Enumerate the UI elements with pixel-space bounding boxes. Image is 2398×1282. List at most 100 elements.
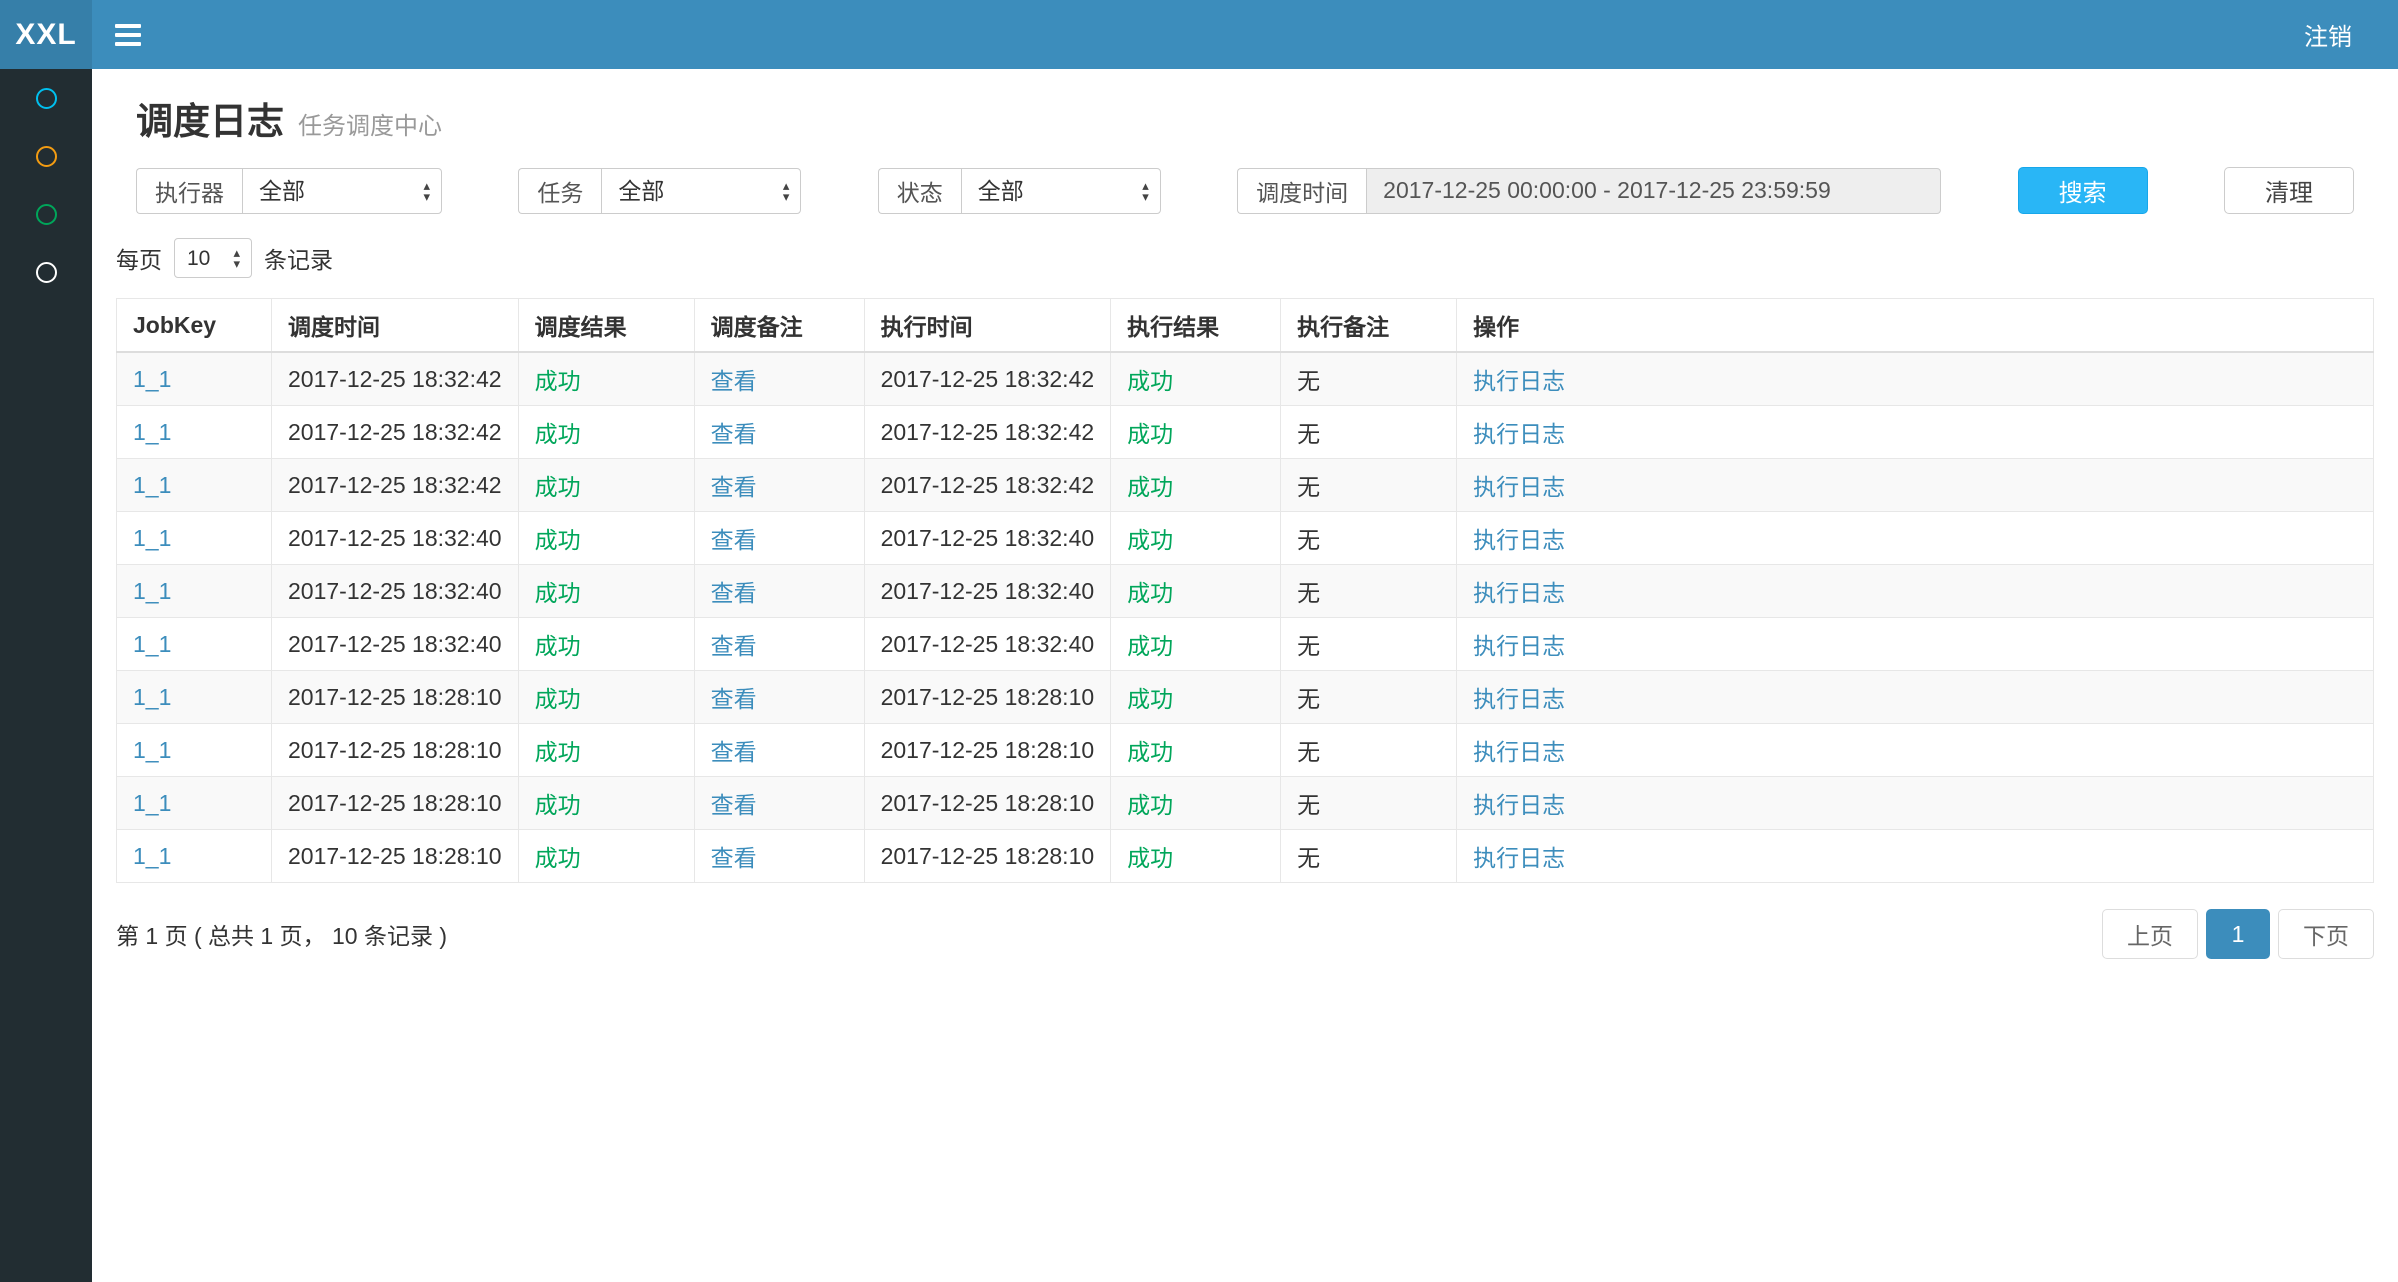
- exec-result-text: 成功: [1127, 739, 1173, 765]
- exec-log-link[interactable]: 执行日志: [1473, 368, 1565, 394]
- jobkey-cell: 1_1: [117, 777, 272, 830]
- search-button[interactable]: 搜索: [2018, 167, 2148, 214]
- table-row: 1_1 2017-12-25 18:28:10 成功 查看 2017-12-25…: [117, 671, 2374, 724]
- exec-time-cell: 2017-12-25 18:32:40: [864, 512, 1111, 565]
- exec-result-cell: 成功: [1111, 724, 1281, 777]
- sched-remark-link[interactable]: 查看: [711, 739, 757, 765]
- sched-result-text: 成功: [535, 633, 581, 659]
- exec-time-cell: 2017-12-25 18:32:42: [864, 459, 1111, 512]
- sched-remark-link[interactable]: 查看: [711, 845, 757, 871]
- page-size-select[interactable]: 10: [174, 238, 252, 278]
- table-row: 1_1 2017-12-25 18:32:40 成功 查看 2017-12-25…: [117, 618, 2374, 671]
- sched-remark-cell: 查看: [694, 671, 864, 724]
- prev-page-button[interactable]: 上页: [2102, 909, 2198, 959]
- sched-result-cell: 成功: [518, 777, 694, 830]
- sched-remark-cell: 查看: [694, 618, 864, 671]
- exec-result-text: 成功: [1127, 686, 1173, 712]
- sched-remark-cell: 查看: [694, 459, 864, 512]
- sched-remark-link[interactable]: 查看: [711, 580, 757, 606]
- sidebar-item-green[interactable]: [0, 185, 92, 243]
- page-1-button[interactable]: 1: [2206, 909, 2270, 959]
- exec-log-link[interactable]: 执行日志: [1473, 686, 1565, 712]
- sched-result-text: 成功: [535, 686, 581, 712]
- exec-remark-cell: 无: [1281, 459, 1457, 512]
- table-row: 1_1 2017-12-25 18:32:42 成功 查看 2017-12-25…: [117, 352, 2374, 406]
- sched-remark-link[interactable]: 查看: [711, 633, 757, 659]
- exec-time-cell: 2017-12-25 18:32:42: [864, 352, 1111, 406]
- clean-button[interactable]: 清理: [2224, 167, 2354, 214]
- sched-remark-cell: 查看: [694, 830, 864, 883]
- sched-remark-cell: 查看: [694, 724, 864, 777]
- jobkey-cell: 1_1: [117, 352, 272, 406]
- sched-remark-cell: 查看: [694, 777, 864, 830]
- jobkey-link[interactable]: 1_1: [133, 631, 171, 657]
- sched-remark-cell: 查看: [694, 565, 864, 618]
- sidebar-item-yellow[interactable]: [0, 127, 92, 185]
- jobkey-link[interactable]: 1_1: [133, 419, 171, 445]
- next-page-button[interactable]: 下页: [2278, 909, 2374, 959]
- sched-result-cell: 成功: [518, 406, 694, 459]
- sched-time-cell: 2017-12-25 18:28:10: [272, 724, 519, 777]
- action-cell: 执行日志: [1457, 459, 2374, 512]
- jobkey-link[interactable]: 1_1: [133, 366, 171, 392]
- sidebar-menu: [0, 69, 92, 301]
- sidebar: [0, 69, 92, 1282]
- jobkey-cell: 1_1: [117, 406, 272, 459]
- sidebar-toggle-button[interactable]: [92, 0, 164, 69]
- sched-remark-link[interactable]: 查看: [711, 421, 757, 447]
- jobkey-link[interactable]: 1_1: [133, 684, 171, 710]
- column-header-sched-remark: 调度备注: [694, 299, 864, 353]
- sched-remark-link[interactable]: 查看: [711, 368, 757, 394]
- jobkey-link[interactable]: 1_1: [133, 790, 171, 816]
- sched-remark-link[interactable]: 查看: [711, 686, 757, 712]
- jobkey-link[interactable]: 1_1: [133, 843, 171, 869]
- table-row: 1_1 2017-12-25 18:32:42 成功 查看 2017-12-25…: [117, 459, 2374, 512]
- sched-time-cell: 2017-12-25 18:28:10: [272, 830, 519, 883]
- exec-time-cell: 2017-12-25 18:32:40: [864, 565, 1111, 618]
- column-header-exec-time: 执行时间: [864, 299, 1111, 353]
- sched-remark-cell: 查看: [694, 406, 864, 459]
- jobkey-link[interactable]: 1_1: [133, 578, 171, 604]
- status-filter-label: 状态: [878, 168, 961, 214]
- sched-remark-link[interactable]: 查看: [711, 527, 757, 553]
- exec-remark-cell: 无: [1281, 777, 1457, 830]
- executor-select[interactable]: 全部: [242, 168, 442, 214]
- app-logo[interactable]: XXL: [0, 0, 92, 69]
- sched-time-cell: 2017-12-25 18:32:40: [272, 618, 519, 671]
- exec-log-link[interactable]: 执行日志: [1473, 739, 1565, 765]
- jobkey-link[interactable]: 1_1: [133, 525, 171, 551]
- pagination-summary: 第 1 页 ( 总共 1 页， 10 条记录 ): [116, 917, 447, 951]
- exec-log-link[interactable]: 执行日志: [1473, 421, 1565, 447]
- exec-result-cell: 成功: [1111, 777, 1281, 830]
- logout-link[interactable]: 注销: [2258, 0, 2398, 69]
- jobkey-link[interactable]: 1_1: [133, 737, 171, 763]
- sched-result-cell: 成功: [518, 724, 694, 777]
- sched-remark-cell: 查看: [694, 352, 864, 406]
- job-select[interactable]: 全部: [601, 168, 801, 214]
- sched-result-cell: 成功: [518, 352, 694, 406]
- exec-remark-cell: 无: [1281, 830, 1457, 883]
- schedule-time-range-input[interactable]: [1366, 168, 1941, 214]
- sched-remark-link[interactable]: 查看: [711, 792, 757, 818]
- exec-log-link[interactable]: 执行日志: [1473, 527, 1565, 553]
- sched-remark-link[interactable]: 查看: [711, 474, 757, 500]
- status-select[interactable]: 全部: [961, 168, 1161, 214]
- exec-log-link[interactable]: 执行日志: [1473, 580, 1565, 606]
- jobkey-link[interactable]: 1_1: [133, 472, 171, 498]
- sched-remark-cell: 查看: [694, 512, 864, 565]
- sched-result-cell: 成功: [518, 830, 694, 883]
- jobkey-cell: 1_1: [117, 512, 272, 565]
- column-header-exec-result: 执行结果: [1111, 299, 1281, 353]
- sidebar-item-aqua[interactable]: [0, 69, 92, 127]
- exec-remark-cell: 无: [1281, 565, 1457, 618]
- sidebar-item-white[interactable]: [0, 243, 92, 301]
- exec-log-link[interactable]: 执行日志: [1473, 633, 1565, 659]
- exec-log-link[interactable]: 执行日志: [1473, 845, 1565, 871]
- exec-log-link[interactable]: 执行日志: [1473, 474, 1565, 500]
- column-header-sched-time: 调度时间: [272, 299, 519, 353]
- content-header: 调度日志 任务调度中心: [116, 69, 2374, 161]
- exec-time-cell: 2017-12-25 18:28:10: [864, 830, 1111, 883]
- exec-log-link[interactable]: 执行日志: [1473, 792, 1565, 818]
- executor-filter-label: 执行器: [136, 168, 242, 214]
- action-cell: 执行日志: [1457, 352, 2374, 406]
